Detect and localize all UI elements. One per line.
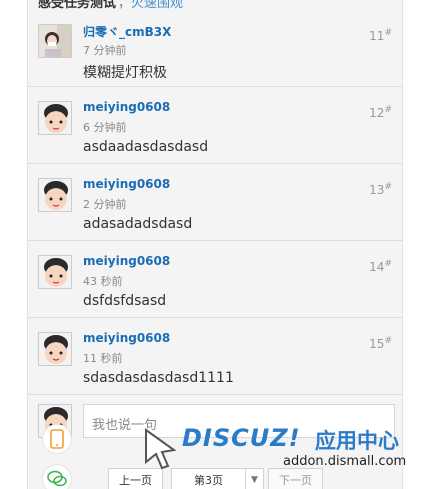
post-time: 2 分钟前 [83, 198, 127, 211]
post-item: meiying0608 2 分钟前 adasadadsdasd 13# [28, 164, 402, 241]
post-item: meiying0608 43 秒前 dsfdsfdsasd 14# [28, 241, 402, 318]
post-author[interactable]: 归零ヾ_cmB3X [83, 23, 171, 40]
post-content: dsfdsfdsasd [83, 293, 167, 309]
avatar[interactable] [38, 255, 72, 289]
post-time: 7 分钟前 [83, 44, 127, 57]
watermark-url: addon.dismall.com [283, 454, 407, 469]
floor-number: 12# [369, 105, 392, 120]
post-author[interactable]: meiying0608 [83, 331, 170, 345]
post-item: 归零ヾ_cmB3X 7 分钟前 模糊提灯积极 11# [28, 10, 402, 87]
avatar[interactable] [38, 178, 72, 212]
floor-number: 14# [369, 259, 392, 274]
post-content: sdasdasdasdasd1111 [83, 370, 234, 386]
post-time: 6 分钟前 [83, 121, 127, 134]
post-time: 43 秒前 [83, 275, 123, 288]
avatar[interactable] [38, 24, 72, 58]
post-author[interactable]: meiying0608 [83, 254, 170, 268]
discuz-watermark: DISCUZ! 应用中心 addon.dismall.com [140, 420, 420, 475]
mobile-button[interactable] [42, 424, 72, 454]
watermark-logo: DISCUZ! [182, 424, 301, 452]
watermark-cn: 应用中心 [315, 429, 399, 453]
post-item: meiying0608 11 秒前 sdasdasdasdasd1111 15# [28, 318, 402, 395]
wechat-icon [47, 470, 67, 487]
post-item: meiying0608 6 分钟前 asdaadasdasdasd 12# [28, 87, 402, 164]
avatar[interactable] [38, 101, 72, 135]
post-content: asdaadasdasdasd [83, 139, 209, 155]
post-content: adasadadsdasd [83, 216, 193, 232]
chevron-down-icon: ▼ [251, 475, 258, 485]
post-content: 模糊提灯积极 [83, 65, 167, 81]
mobile-icon [50, 429, 64, 449]
post-author[interactable]: meiying0608 [83, 177, 170, 191]
avatar[interactable] [38, 332, 72, 366]
wechat-button[interactable] [42, 464, 72, 489]
floor-number: 15# [369, 336, 392, 351]
post-author[interactable]: meiying0608 [83, 100, 170, 114]
floor-number: 11# [369, 28, 392, 43]
floor-number: 13# [369, 182, 392, 197]
post-time: 11 秒前 [83, 352, 123, 365]
